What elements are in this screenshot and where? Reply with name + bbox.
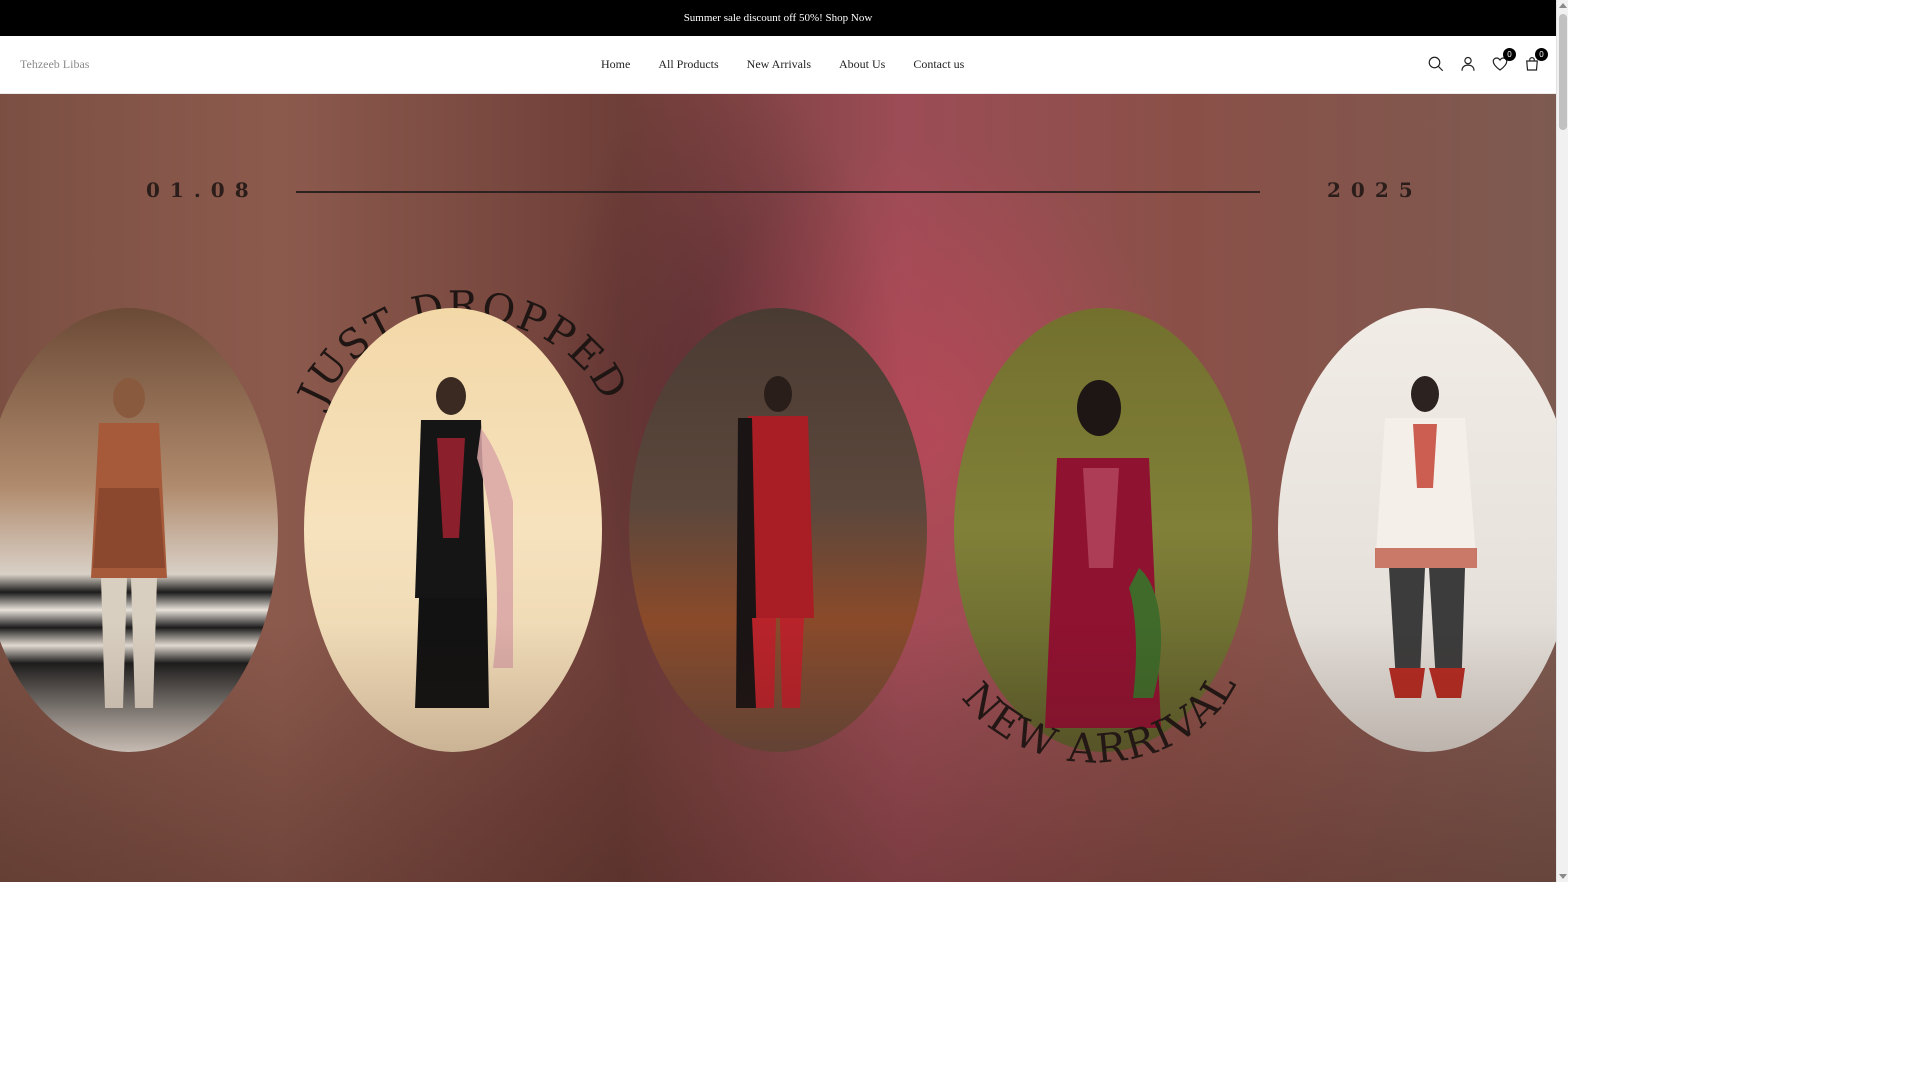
nav-contact-us[interactable]: Contact us [899, 56, 978, 72]
model-figure-3 [736, 376, 814, 708]
logo[interactable]: Tehzeeb Libas [20, 57, 89, 72]
scrollbar-thumb[interactable] [1559, 14, 1567, 130]
announcement-bar[interactable]: Summer sale discount off 50%! Shop Now [0, 0, 1556, 36]
hero-date-right: 2025 [1327, 178, 1423, 202]
wishlist-count-badge: 0 [1503, 48, 1516, 61]
cart-count-badge: 0 [1535, 48, 1548, 61]
scroll-up-arrow-icon[interactable] [1559, 3, 1567, 8]
wishlist-button[interactable]: 0 [1490, 48, 1516, 74]
model-photo-5[interactable] [1278, 308, 1556, 752]
headline-bottom-text: NEW ARRIVALS [915, 618, 1244, 773]
header-icons: 0 0 [1426, 48, 1548, 74]
model-photo-2[interactable] [304, 308, 602, 752]
model-photo-4[interactable] [954, 308, 1252, 752]
model-photo-1[interactable] [0, 308, 278, 752]
search-button[interactable] [1426, 54, 1446, 74]
page-scrollbar[interactable] [1556, 0, 1568, 882]
svg-text:NEW ARRIVALS: NEW ARRIVALS [915, 618, 1246, 773]
search-icon [1428, 56, 1444, 72]
site-header: Tehzeeb Libas Home All Products New Arri… [0, 36, 1556, 94]
model-figure-1 [91, 378, 167, 708]
nav-new-arrivals[interactable]: New Arrivals [733, 56, 825, 72]
announcement-text[interactable]: Summer sale discount off 50%! Shop Now [684, 12, 873, 24]
user-icon [1461, 56, 1475, 71]
hero-date-left: 01.08 [146, 178, 259, 202]
main-nav: Home All Products New Arrivals About Us … [587, 56, 978, 72]
hero-divider-line [296, 191, 1260, 193]
hero-banner[interactable]: 01.08 2025 JUST DROPPED [0, 94, 1556, 882]
model-photo-3[interactable] [629, 308, 927, 752]
account-button[interactable] [1458, 54, 1478, 74]
page: Summer sale discount off 50%! Shop Now T… [0, 0, 1568, 882]
model-figure-4 [1045, 380, 1162, 728]
model-figure-2 [415, 377, 513, 708]
nav-all-products[interactable]: All Products [644, 56, 732, 72]
nav-about-us[interactable]: About Us [825, 56, 899, 72]
model-figure-5 [1375, 376, 1477, 698]
cart-button[interactable]: 0 [1522, 48, 1548, 74]
nav-home[interactable]: Home [587, 56, 644, 72]
scroll-down-arrow-icon[interactable] [1559, 874, 1567, 879]
headline-new-arrivals: NEW ARRIVALS [915, 618, 1244, 773]
